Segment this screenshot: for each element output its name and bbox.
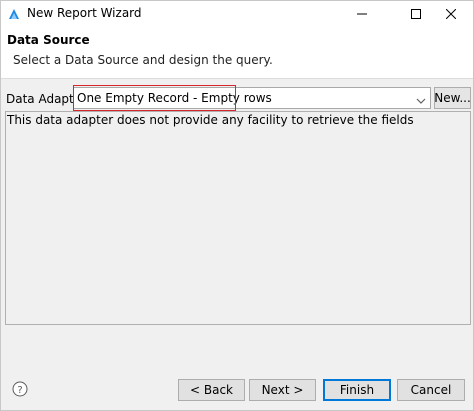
page-description: Select a Data Source and design the quer… — [13, 53, 273, 67]
svg-text:?: ? — [17, 385, 22, 396]
wizard-window: New Report Wizard Data Source Select a D… — [0, 0, 474, 411]
wizard-banner: Data Source Select a Data Source and des… — [1, 27, 473, 79]
close-button[interactable] — [429, 1, 473, 27]
page-title: Data Source — [7, 33, 90, 47]
next-button[interactable]: Next > — [249, 379, 316, 401]
maximize-icon — [411, 9, 421, 19]
highlight-box — [73, 85, 236, 111]
app-icon — [7, 7, 21, 21]
fields-panel: This data adapter does not provide any f… — [5, 111, 471, 325]
new-adapter-button[interactable]: New... — [434, 87, 471, 109]
help-button[interactable]: ? — [12, 381, 28, 397]
help-icon: ? — [12, 381, 28, 397]
title-bar: New Report Wizard — [1, 1, 473, 27]
minimize-button[interactable] — [340, 1, 384, 27]
back-button[interactable]: < Back — [178, 379, 245, 401]
cancel-button[interactable]: Cancel — [397, 379, 465, 401]
close-icon — [446, 9, 456, 19]
minimize-icon — [357, 13, 367, 15]
window-title: New Report Wizard — [27, 6, 142, 20]
fields-message: This data adapter does not provide any f… — [7, 113, 414, 127]
finish-button[interactable]: Finish — [323, 379, 391, 401]
chevron-down-icon[interactable] — [416, 94, 426, 104]
